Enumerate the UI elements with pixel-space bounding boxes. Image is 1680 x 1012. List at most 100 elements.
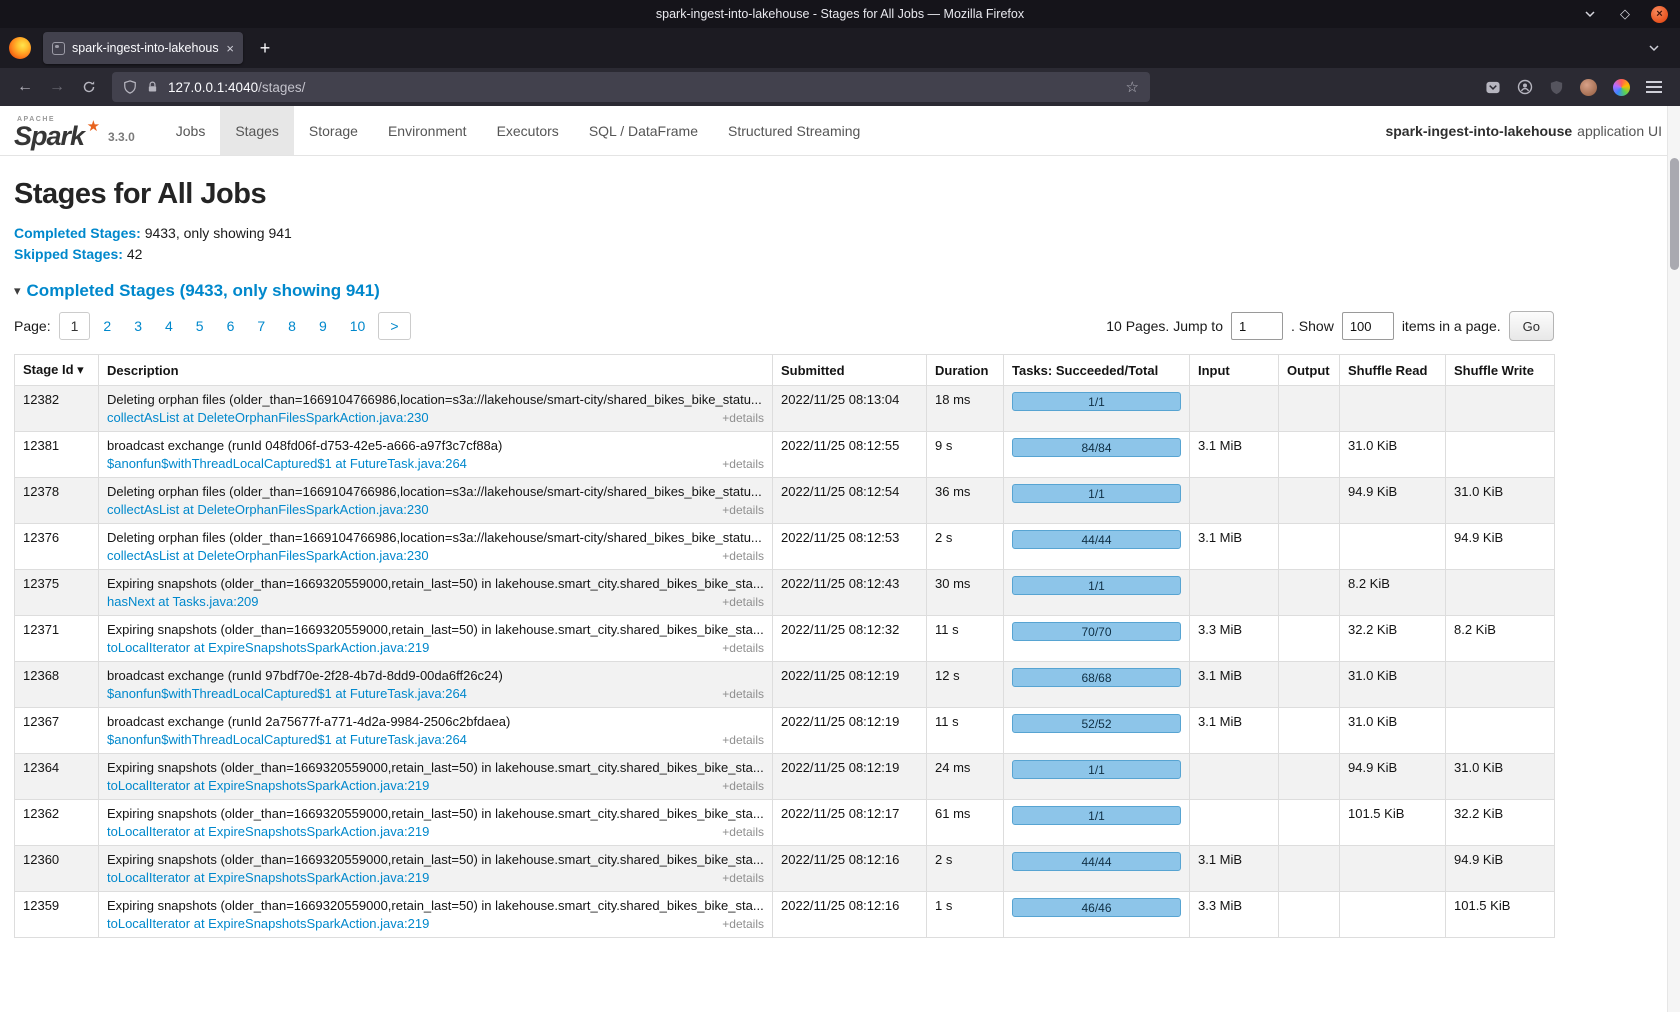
firefox-logo-icon bbox=[9, 37, 31, 59]
output-cell bbox=[1279, 754, 1340, 800]
spark-logo[interactable]: APACHE Spark ★ 3.3.0 bbox=[12, 106, 135, 155]
page-link-2[interactable]: 2 bbox=[93, 313, 121, 339]
details-toggle[interactable]: +details bbox=[722, 503, 764, 517]
new-tab-button[interactable]: + bbox=[250, 33, 280, 63]
details-toggle[interactable]: +details bbox=[722, 549, 764, 563]
lock-icon[interactable] bbox=[146, 80, 159, 94]
details-toggle[interactable]: +details bbox=[722, 411, 764, 425]
tracking-shield-icon[interactable] bbox=[123, 80, 137, 94]
page-link-7[interactable]: 7 bbox=[247, 313, 275, 339]
stage-callsite-link[interactable]: toLocalIterator at ExpireSnapshotsSparkA… bbox=[107, 916, 429, 931]
details-toggle[interactable]: +details bbox=[722, 825, 764, 839]
details-toggle[interactable]: +details bbox=[722, 871, 764, 885]
stage-callsite-link[interactable]: toLocalIterator at ExpireSnapshotsSparkA… bbox=[107, 778, 429, 793]
stage-callsite-link[interactable]: toLocalIterator at ExpireSnapshotsSparkA… bbox=[107, 870, 429, 885]
url-bar[interactable]: 127.0.0.1:4040/stages/ ☆ bbox=[112, 72, 1150, 102]
stage-callsite-link[interactable]: $anonfun$withThreadLocalCaptured$1 at Fu… bbox=[107, 732, 467, 747]
stage-callsite-link[interactable]: toLocalIterator at ExpireSnapshotsSparkA… bbox=[107, 640, 429, 655]
stage-callsite-link[interactable]: hasNext at Tasks.java:209 bbox=[107, 594, 259, 609]
column-header-shuffle-write[interactable]: Shuffle Write bbox=[1446, 355, 1555, 386]
stage-callsite-link[interactable]: collectAsList at DeleteOrphanFilesSparkA… bbox=[107, 548, 429, 563]
stage-callsite-link[interactable]: $anonfun$withThreadLocalCaptured$1 at Fu… bbox=[107, 456, 467, 471]
column-header-tasks-succeeded-total[interactable]: Tasks: Succeeded/Total bbox=[1004, 355, 1190, 386]
column-header-shuffle-read[interactable]: Shuffle Read bbox=[1340, 355, 1446, 386]
page-link-9[interactable]: 9 bbox=[309, 313, 337, 339]
details-toggle[interactable]: +details bbox=[722, 457, 764, 471]
completed-stages-section-toggle[interactable]: ▾ Completed Stages (9433, only showing 9… bbox=[14, 281, 1666, 301]
stage-description-callsite-row: toLocalIterator at ExpireSnapshotsSparkA… bbox=[107, 824, 764, 839]
stage-id-cell: 12359 bbox=[15, 892, 99, 938]
account-icon[interactable] bbox=[1517, 79, 1533, 95]
tasks-cell: 1/1 bbox=[1004, 754, 1190, 800]
stage-callsite-link[interactable]: collectAsList at DeleteOrphanFilesSparkA… bbox=[107, 502, 429, 517]
page-link-8[interactable]: 8 bbox=[278, 313, 306, 339]
column-header-duration[interactable]: Duration bbox=[927, 355, 1004, 386]
stage-callsite-link[interactable]: toLocalIterator at ExpireSnapshotsSparkA… bbox=[107, 824, 429, 839]
details-toggle[interactable]: +details bbox=[722, 733, 764, 747]
details-toggle[interactable]: +details bbox=[722, 917, 764, 931]
column-header-submitted[interactable]: Submitted bbox=[773, 355, 927, 386]
stage-description-text: Expiring snapshots (older_than=166932055… bbox=[107, 852, 764, 867]
page-link-4[interactable]: 4 bbox=[155, 313, 183, 339]
page-title: Stages for All Jobs bbox=[14, 178, 1666, 211]
page-scrollbar[interactable] bbox=[1667, 106, 1680, 1012]
forward-icon[interactable]: → bbox=[42, 72, 72, 102]
back-icon[interactable]: ← bbox=[10, 72, 40, 102]
go-button[interactable]: Go bbox=[1509, 311, 1554, 341]
menu-icon[interactable] bbox=[1646, 81, 1662, 93]
spark-nav-environment[interactable]: Environment bbox=[373, 106, 482, 155]
page-link-6[interactable]: 6 bbox=[217, 313, 245, 339]
column-header-input[interactable]: Input bbox=[1190, 355, 1279, 386]
stage-description-callsite-row: toLocalIterator at ExpireSnapshotsSparkA… bbox=[107, 640, 764, 655]
page-link-5[interactable]: 5 bbox=[186, 313, 214, 339]
spark-nav-sql-dataframe[interactable]: SQL / DataFrame bbox=[574, 106, 713, 155]
pagination-left: Page: 12345678910> bbox=[14, 312, 411, 340]
task-progress-bar: 68/68 bbox=[1012, 668, 1181, 687]
pocket-icon[interactable] bbox=[1485, 80, 1501, 95]
spark-nav-jobs[interactable]: Jobs bbox=[161, 106, 221, 155]
tasks-cell: 1/1 bbox=[1004, 570, 1190, 616]
spark-nav-stages[interactable]: Stages bbox=[220, 106, 294, 155]
page-link-3[interactable]: 3 bbox=[124, 313, 152, 339]
duration-cell: 18 ms bbox=[927, 386, 1004, 432]
page-link-1[interactable]: 1 bbox=[59, 312, 91, 340]
list-all-tabs-icon[interactable] bbox=[1640, 34, 1668, 62]
column-header-output[interactable]: Output bbox=[1279, 355, 1340, 386]
avatar-extension-icon[interactable] bbox=[1580, 79, 1597, 96]
jump-to-page-input[interactable] bbox=[1231, 312, 1283, 340]
task-progress-bar: 44/44 bbox=[1012, 852, 1181, 871]
tab-close-icon[interactable]: × bbox=[226, 41, 234, 56]
window-titlebar: spark-ingest-into-lakehouse - Stages for… bbox=[0, 0, 1680, 28]
window-close-icon[interactable]: × bbox=[1651, 6, 1668, 23]
items-per-page-input[interactable] bbox=[1342, 312, 1394, 340]
stage-callsite-link[interactable]: $anonfun$withThreadLocalCaptured$1 at Fu… bbox=[107, 686, 467, 701]
spark-nav-executors[interactable]: Executors bbox=[482, 106, 574, 155]
completed-stages-link[interactable]: Completed Stages: bbox=[14, 225, 141, 241]
skipped-stages-link[interactable]: Skipped Stages: bbox=[14, 246, 123, 262]
page-next-link[interactable]: > bbox=[378, 312, 410, 340]
stage-callsite-link[interactable]: collectAsList at DeleteOrphanFilesSparkA… bbox=[107, 410, 429, 425]
stage-row-12371: 12371Expiring snapshots (older_than=1669… bbox=[15, 616, 1555, 662]
bookmark-star-icon[interactable]: ☆ bbox=[1126, 78, 1139, 96]
column-header-description[interactable]: Description bbox=[99, 355, 773, 386]
page-link-10[interactable]: 10 bbox=[340, 313, 376, 339]
stage-row-12382: 12382Deleting orphan files (older_than=1… bbox=[15, 386, 1555, 432]
details-toggle[interactable]: +details bbox=[722, 641, 764, 655]
details-toggle[interactable]: +details bbox=[722, 779, 764, 793]
spark-nav-structured-streaming[interactable]: Structured Streaming bbox=[713, 106, 875, 155]
reload-icon[interactable] bbox=[74, 72, 104, 102]
window-minimize-icon[interactable] bbox=[1581, 5, 1599, 23]
browser-tab[interactable]: spark-ingest-into-lakehous × bbox=[43, 32, 243, 64]
stage-id-cell: 12362 bbox=[15, 800, 99, 846]
spark-nav-storage[interactable]: Storage bbox=[294, 106, 373, 155]
page-scrollbar-thumb[interactable] bbox=[1670, 158, 1679, 270]
column-header-stage-id[interactable]: Stage Id ▾ bbox=[15, 355, 99, 386]
window-maximize-icon[interactable]: ◇ bbox=[1616, 5, 1634, 23]
details-toggle[interactable]: +details bbox=[722, 687, 764, 701]
ublock-shield-icon[interactable] bbox=[1549, 80, 1564, 95]
details-toggle[interactable]: +details bbox=[722, 595, 764, 609]
url-text[interactable]: 127.0.0.1:4040/stages/ bbox=[168, 80, 305, 95]
toolbar-extension-icons bbox=[1485, 79, 1670, 96]
extension-icon[interactable] bbox=[1613, 79, 1630, 96]
collapse-arrow-icon: ▾ bbox=[14, 283, 21, 299]
